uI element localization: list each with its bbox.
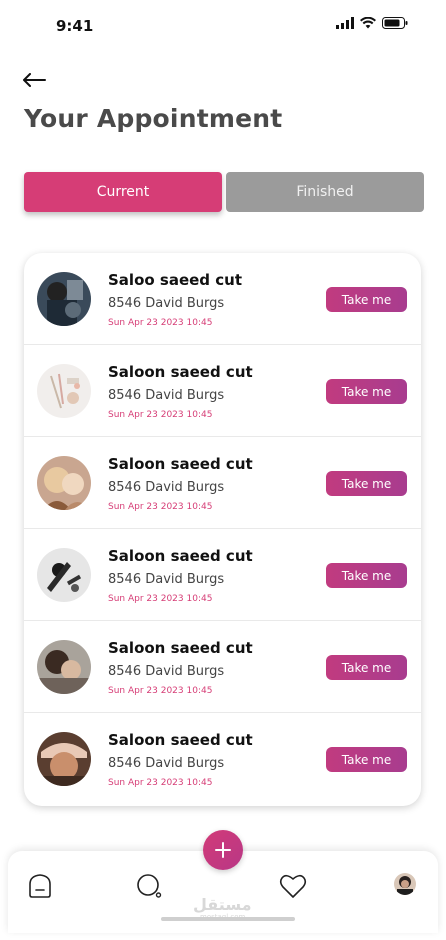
- appointment-date: Sun Apr 23 2023 10:45: [108, 686, 213, 696]
- appointment-row[interactable]: Saloon saeed cut 8546 David Burgs Sun Ap…: [24, 529, 421, 621]
- appointment-row[interactable]: Saloon saeed cut 8546 David Burgs Sun Ap…: [24, 713, 421, 805]
- tab-current[interactable]: Current: [24, 172, 222, 212]
- plus-icon: [215, 842, 231, 858]
- take-me-button[interactable]: Take me: [326, 563, 407, 588]
- profile-avatar[interactable]: [394, 873, 416, 895]
- status-time: 9:41: [56, 17, 94, 35]
- watermark-logo: مستقل: [193, 895, 252, 914]
- appointment-list: Saloo saeed cut 8546 David Burgs Sun Apr…: [24, 253, 421, 806]
- salon-name: Saloon saeed cut: [108, 639, 253, 657]
- nav-favorites[interactable]: [278, 871, 308, 901]
- salon-address: 8546 David Burgs: [108, 572, 225, 587]
- signal-icon: [336, 17, 354, 29]
- salon-name: Saloo saeed cut: [108, 271, 242, 289]
- take-me-button[interactable]: Take me: [326, 747, 407, 772]
- appointment-date: Sun Apr 23 2023 10:45: [108, 318, 213, 328]
- salon-name: Saloon saeed cut: [108, 731, 253, 749]
- heart-icon: [279, 874, 307, 898]
- home-indicator: [161, 917, 295, 921]
- salon-name: Saloon saeed cut: [108, 547, 253, 565]
- nav-search[interactable]: [134, 871, 164, 901]
- back-button[interactable]: [22, 68, 50, 92]
- take-me-button[interactable]: Take me: [326, 655, 407, 680]
- appointment-row[interactable]: Saloon saeed cut 8546 David Burgs Sun Ap…: [24, 345, 421, 437]
- battery-icon: [382, 17, 408, 29]
- salon-photo-4: [37, 548, 91, 602]
- salon-name: Saloon saeed cut: [108, 363, 253, 381]
- salon-name: Saloon saeed cut: [108, 455, 253, 473]
- home-icon: [29, 874, 51, 898]
- appointment-date: Sun Apr 23 2023 10:45: [108, 502, 213, 512]
- tab-finished[interactable]: Finished: [226, 172, 424, 212]
- salon-address: 8546 David Burgs: [108, 756, 225, 771]
- arrow-left-icon: [23, 73, 46, 87]
- salon-photo-5: [37, 640, 91, 694]
- appointment-date: Sun Apr 23 2023 10:45: [108, 594, 213, 604]
- salon-address: 8546 David Burgs: [108, 480, 225, 495]
- appointment-row[interactable]: Saloo saeed cut 8546 David Burgs Sun Apr…: [24, 253, 421, 345]
- page-title: Your Appointment: [24, 104, 283, 133]
- appointment-row[interactable]: Saloon saeed cut 8546 David Burgs Sun Ap…: [24, 437, 421, 529]
- salon-address: 8546 David Burgs: [108, 664, 225, 679]
- tab-bar: Current Finished: [24, 172, 424, 212]
- status-icons: [336, 17, 408, 29]
- salon-photo-2: [37, 364, 91, 418]
- take-me-button[interactable]: Take me: [326, 287, 407, 312]
- salon-photo-1: [37, 272, 91, 326]
- salon-photo-3: [37, 456, 91, 510]
- add-button[interactable]: [203, 830, 243, 870]
- salon-address: 8546 David Burgs: [108, 388, 225, 403]
- wifi-icon: [360, 17, 376, 29]
- take-me-button[interactable]: Take me: [326, 471, 407, 496]
- appointment-date: Sun Apr 23 2023 10:45: [108, 778, 213, 788]
- nav-home[interactable]: [25, 871, 55, 901]
- appointment-date: Sun Apr 23 2023 10:45: [108, 410, 213, 420]
- status-bar: 9:41: [0, 0, 446, 52]
- salon-photo-6: [37, 732, 91, 786]
- search-icon: [137, 874, 162, 898]
- appointment-row[interactable]: Saloon saeed cut 8546 David Burgs Sun Ap…: [24, 621, 421, 713]
- salon-address: 8546 David Burgs: [108, 296, 225, 311]
- take-me-button[interactable]: Take me: [326, 379, 407, 404]
